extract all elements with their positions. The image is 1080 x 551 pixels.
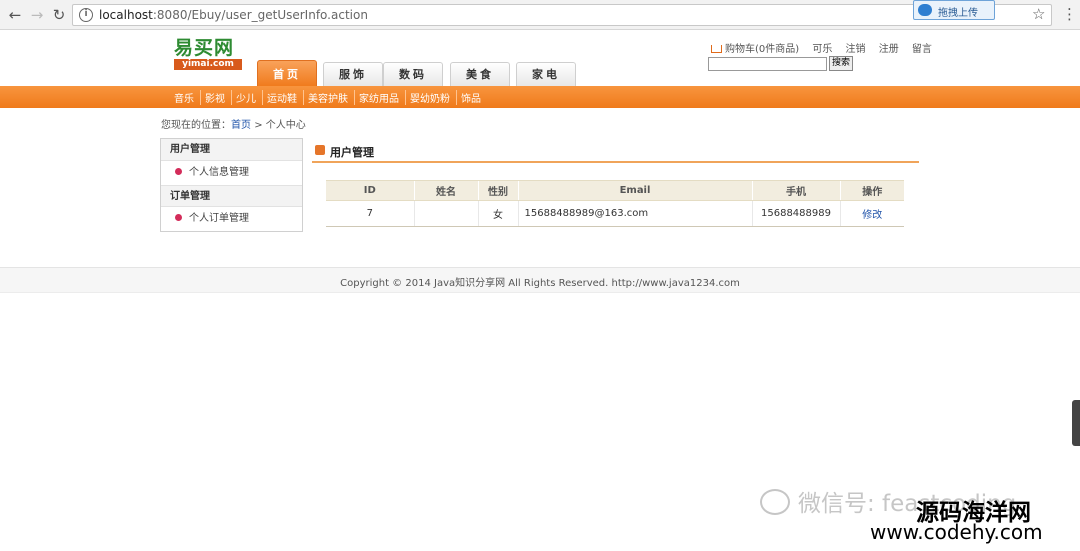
cell-name	[413, 200, 478, 227]
cart-label: 购物车(0件商品)	[725, 44, 800, 55]
table-row: 7 女 15688488989@163.com 15688488989 修改	[326, 200, 904, 227]
column-header: 手机	[751, 180, 840, 201]
sidebar-group-user-title: 用户管理	[161, 139, 302, 161]
logo-en-text: yimai.com	[174, 59, 242, 70]
register-link[interactable]: 注册	[879, 44, 899, 55]
column-header: 操作	[839, 180, 904, 201]
logo-cn-text: 易买网	[174, 37, 235, 59]
url-host: localhost	[99, 8, 153, 22]
message-link[interactable]: 留言	[912, 44, 932, 55]
cart-link[interactable]: 购物车(0件商品)	[711, 44, 799, 55]
breadcrumb-separator: >	[254, 120, 263, 131]
column-header: ID	[326, 180, 414, 201]
logout-link[interactable]: 注销	[846, 44, 866, 55]
sidebar-item-label: 个人订单管理	[189, 213, 249, 224]
address-bar[interactable]: i localhost:8080/Ebuy/user_getUserInfo.a…	[72, 4, 1052, 26]
footer: Copyright © 2014 Java知识分享网 All Rights Re…	[0, 267, 1080, 293]
sidebar-item-orders[interactable]: 个人订单管理	[161, 207, 302, 231]
browser-menu-icon[interactable]: ⋮	[1062, 5, 1077, 23]
breadcrumb-home-link[interactable]: 首页	[231, 120, 251, 131]
category-bar: 音乐 影视 少儿 运动鞋 美容护肤 家纺用品 婴幼奶粉 饰品	[0, 86, 1080, 108]
tab-appliance[interactable]: 家电	[516, 62, 576, 86]
breadcrumb-current: 个人中心	[265, 120, 306, 131]
category-link[interactable]: 影视	[205, 90, 232, 105]
category-link[interactable]: 少儿	[236, 90, 263, 105]
breadcrumb: 您现在的位置：首页 > 个人中心	[161, 116, 306, 131]
forward-icon[interactable]: →	[28, 6, 46, 24]
panel-header: 用户管理	[312, 143, 919, 163]
cell-phone: 15688488989	[751, 200, 840, 227]
tab-digital[interactable]: 数码	[383, 62, 443, 86]
column-header: Email	[517, 180, 752, 201]
drag-upload-label: 拖拽上传	[938, 8, 978, 19]
search-input[interactable]	[708, 57, 827, 71]
bullet-icon	[175, 214, 182, 221]
category-link[interactable]: 家纺用品	[359, 90, 406, 105]
info-icon[interactable]: i	[79, 8, 93, 22]
tab-home[interactable]: 首页	[257, 60, 317, 86]
cell-gender: 女	[477, 200, 518, 227]
edit-link[interactable]: 修改	[839, 200, 904, 227]
site-watermark-url: www.codehy.com	[870, 520, 1043, 544]
bullet-icon	[175, 168, 182, 175]
user-link[interactable]: 可乐	[812, 44, 832, 55]
column-header: 姓名	[413, 180, 478, 201]
site-logo[interactable]: 易买网 yimai.com	[174, 38, 244, 72]
category-link[interactable]: 运动鞋	[267, 90, 304, 105]
sidebar: 用户管理 个人信息管理 订单管理 个人订单管理	[160, 138, 303, 232]
tab-food[interactable]: 美食	[450, 62, 510, 86]
browser-toolbar: ← → ↻ i localhost:8080/Ebuy/user_getUser…	[0, 0, 1080, 30]
breadcrumb-prefix: 您现在的位置：	[161, 120, 231, 131]
side-scroll-handle[interactable]	[1072, 400, 1080, 446]
panel-title-icon	[315, 145, 325, 155]
reload-icon[interactable]: ↻	[50, 6, 68, 24]
sidebar-item-label: 个人信息管理	[189, 167, 249, 178]
category-link[interactable]: 婴幼奶粉	[410, 90, 457, 105]
cell-id: 7	[326, 200, 414, 227]
cell-email: 15688488989@163.com	[517, 200, 752, 227]
back-icon[interactable]: ←	[6, 6, 24, 24]
copyright-text: Copyright © 2014 Java知识分享网 All Rights Re…	[340, 278, 740, 289]
cart-icon	[711, 45, 722, 53]
bookmark-star-icon[interactable]: ☆	[1032, 5, 1045, 23]
top-links: 购物车(0件商品) 可乐 注销 注册 留言	[711, 40, 942, 55]
category-link[interactable]: 饰品	[461, 90, 487, 105]
category-link[interactable]: 美容护肤	[308, 90, 355, 105]
column-header: 性别	[477, 180, 518, 201]
url-text: localhost:8080/Ebuy/user_getUserInfo.act…	[99, 8, 368, 22]
panel-title: 用户管理	[330, 146, 374, 159]
sidebar-group-order-title: 订单管理	[161, 185, 302, 207]
sidebar-item-user-info[interactable]: 个人信息管理	[161, 161, 302, 185]
url-path: :8080/Ebuy/user_getUserInfo.action	[152, 8, 368, 22]
search-button[interactable]: 搜索	[829, 56, 853, 71]
table-header-row: ID 姓名 性别 Email 手机 操作	[326, 180, 904, 201]
category-link[interactable]: 音乐	[174, 90, 201, 105]
drag-upload-button[interactable]: 拖拽上传	[913, 0, 995, 20]
cloud-icon	[918, 4, 932, 16]
user-table: ID 姓名 性别 Email 手机 操作 7 女 15688488989@163…	[326, 180, 904, 227]
wechat-icon	[760, 489, 790, 515]
tab-clothing[interactable]: 服饰	[323, 62, 383, 86]
